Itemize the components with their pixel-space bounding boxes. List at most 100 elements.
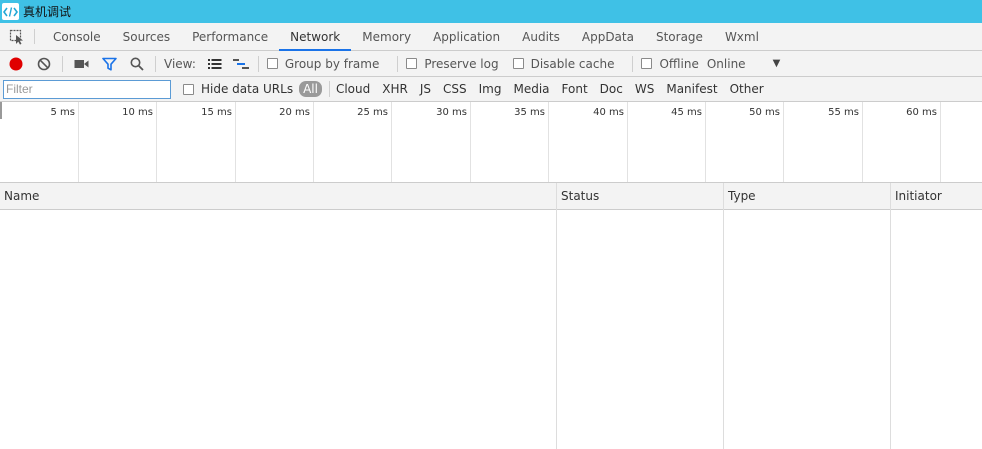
filter-toggle-button[interactable] — [95, 51, 123, 76]
tab-network[interactable]: Network — [279, 23, 352, 51]
tab-appdata[interactable]: AppData — [571, 23, 645, 50]
tab-label: Network — [290, 29, 341, 44]
type-filter-css[interactable]: CSS — [443, 82, 467, 96]
timeline-tick-label: 30 ms — [436, 107, 467, 118]
filter-bar: Hide data URLs All Cloud XHR JS CSS Img … — [0, 77, 982, 102]
large-rows-view-button[interactable] — [202, 51, 228, 76]
type-filter-font[interactable]: Font — [562, 82, 588, 96]
title-bar: 真机调试 — [0, 0, 982, 23]
tab-performance[interactable]: Performance — [181, 23, 279, 50]
toolbar-separator — [62, 55, 63, 72]
tab-application[interactable]: Application — [422, 23, 511, 50]
waterfall-icon — [232, 58, 249, 69]
devtools-tab-bar: Console Sources Performance Network Memo… — [0, 23, 982, 51]
overview-start-marker — [0, 102, 2, 119]
column-header-label: Type — [728, 189, 756, 203]
tab-wxml[interactable]: Wxml — [714, 23, 770, 50]
tab-sources[interactable]: Sources — [112, 23, 181, 50]
tab-label: AppData — [581, 29, 634, 44]
network-throttling-select[interactable]: Online ▼ — [707, 57, 780, 71]
checkbox-label: Hide data URLs — [201, 82, 294, 96]
toolbar-separator — [155, 55, 156, 72]
filter-separator — [328, 81, 330, 97]
checkbox-label: Disable cache — [530, 56, 615, 71]
checkbox-box — [266, 58, 278, 69]
type-filter-xhr[interactable]: XHR — [382, 82, 408, 96]
timeline-tick-label: 50 ms — [749, 107, 780, 118]
search-button[interactable] — [123, 51, 151, 76]
inspect-element-button[interactable] — [0, 23, 34, 50]
view-label: View: — [164, 56, 196, 71]
capture-screenshots-button[interactable] — [67, 51, 95, 76]
column-header-label: Name — [4, 189, 40, 203]
type-filter-all[interactable]: All — [299, 81, 322, 97]
overview-divider — [156, 102, 157, 182]
overview-divider — [391, 102, 392, 182]
toolbar-separator — [397, 55, 399, 72]
tab-label: Performance — [192, 29, 269, 44]
tab-storage[interactable]: Storage — [645, 23, 714, 50]
timeline-tick-label: 40 ms — [593, 107, 624, 118]
list-view-icon — [207, 58, 222, 69]
overview-divider — [783, 102, 784, 182]
column-header-status[interactable]: Status — [557, 183, 599, 209]
checkbox-box — [512, 58, 524, 69]
column-header-label: Status — [561, 189, 600, 203]
type-filter-js[interactable]: JS — [420, 82, 431, 96]
inspect-cursor-icon — [9, 29, 23, 45]
tab-label: Wxml — [724, 29, 759, 44]
overview-divider — [862, 102, 863, 182]
type-filter-img[interactable]: Img — [479, 82, 502, 96]
clear-button[interactable] — [30, 51, 58, 76]
tab-label: Memory — [362, 29, 412, 44]
column-divider[interactable] — [890, 183, 891, 449]
tab-label: Application — [433, 29, 501, 44]
column-divider[interactable] — [556, 183, 557, 449]
throttling-value: Online — [706, 56, 746, 71]
tab-label: Console — [53, 29, 101, 44]
hide-data-urls-checkbox[interactable]: Hide data URLs — [183, 82, 293, 96]
column-divider[interactable] — [723, 183, 724, 449]
timeline-tick-label: 5 ms — [50, 107, 76, 118]
offline-checkbox[interactable]: Offline — [641, 56, 699, 71]
type-filter-cloud[interactable]: Cloud — [336, 82, 370, 96]
waterfall-view-button[interactable] — [228, 51, 254, 76]
overview-divider — [548, 102, 549, 182]
checkbox-label: Offline — [659, 56, 699, 71]
network-overview-timeline[interactable]: 5 ms 10 ms 15 ms 20 ms 25 ms 30 ms 35 ms… — [0, 102, 982, 183]
record-button[interactable] — [2, 51, 30, 76]
type-filter-doc[interactable]: Doc — [600, 82, 623, 96]
tab-label: Audits — [522, 29, 560, 44]
disable-cache-checkbox[interactable]: Disable cache — [512, 56, 615, 71]
toolbar-separator — [632, 55, 634, 72]
timeline-tick-label: 15 ms — [201, 107, 232, 118]
column-header-type[interactable]: Type — [724, 183, 756, 209]
timeline-tick-label: 10 ms — [122, 107, 153, 118]
preserve-log-checkbox[interactable]: Preserve log — [406, 57, 499, 71]
type-filter-other[interactable]: Other — [730, 82, 764, 96]
overview-divider — [705, 102, 706, 182]
network-toolbar: View: Group by frame Preserve log Disabl… — [0, 51, 982, 77]
window-title: 真机调试 — [23, 5, 72, 19]
filter-input[interactable] — [3, 79, 171, 99]
column-header-initiator[interactable]: Initiator — [891, 183, 942, 209]
tab-audits[interactable]: Audits — [511, 23, 571, 50]
timeline-tick-label: 55 ms — [828, 107, 859, 118]
group-by-frame-checkbox[interactable]: Group by frame — [266, 56, 380, 71]
overview-divider — [313, 102, 314, 182]
type-filter-manifest[interactable]: Manifest — [666, 82, 717, 96]
type-filter-ws[interactable]: WS — [635, 82, 654, 96]
filter-funnel-icon — [101, 57, 117, 71]
tab-memory[interactable]: Memory — [351, 23, 422, 50]
clear-icon — [37, 57, 51, 70]
type-filter-media[interactable]: Media — [513, 82, 549, 96]
devtools-code-icon — [2, 3, 19, 20]
tab-label: Sources — [122, 29, 171, 44]
checkbox-box — [406, 58, 418, 69]
overview-divider — [235, 102, 236, 182]
column-header-name[interactable]: Name — [0, 183, 39, 209]
tab-console[interactable]: Console — [35, 23, 112, 50]
overview-divider — [627, 102, 628, 182]
record-icon — [9, 57, 23, 70]
checkbox-label: Group by frame — [284, 56, 380, 71]
